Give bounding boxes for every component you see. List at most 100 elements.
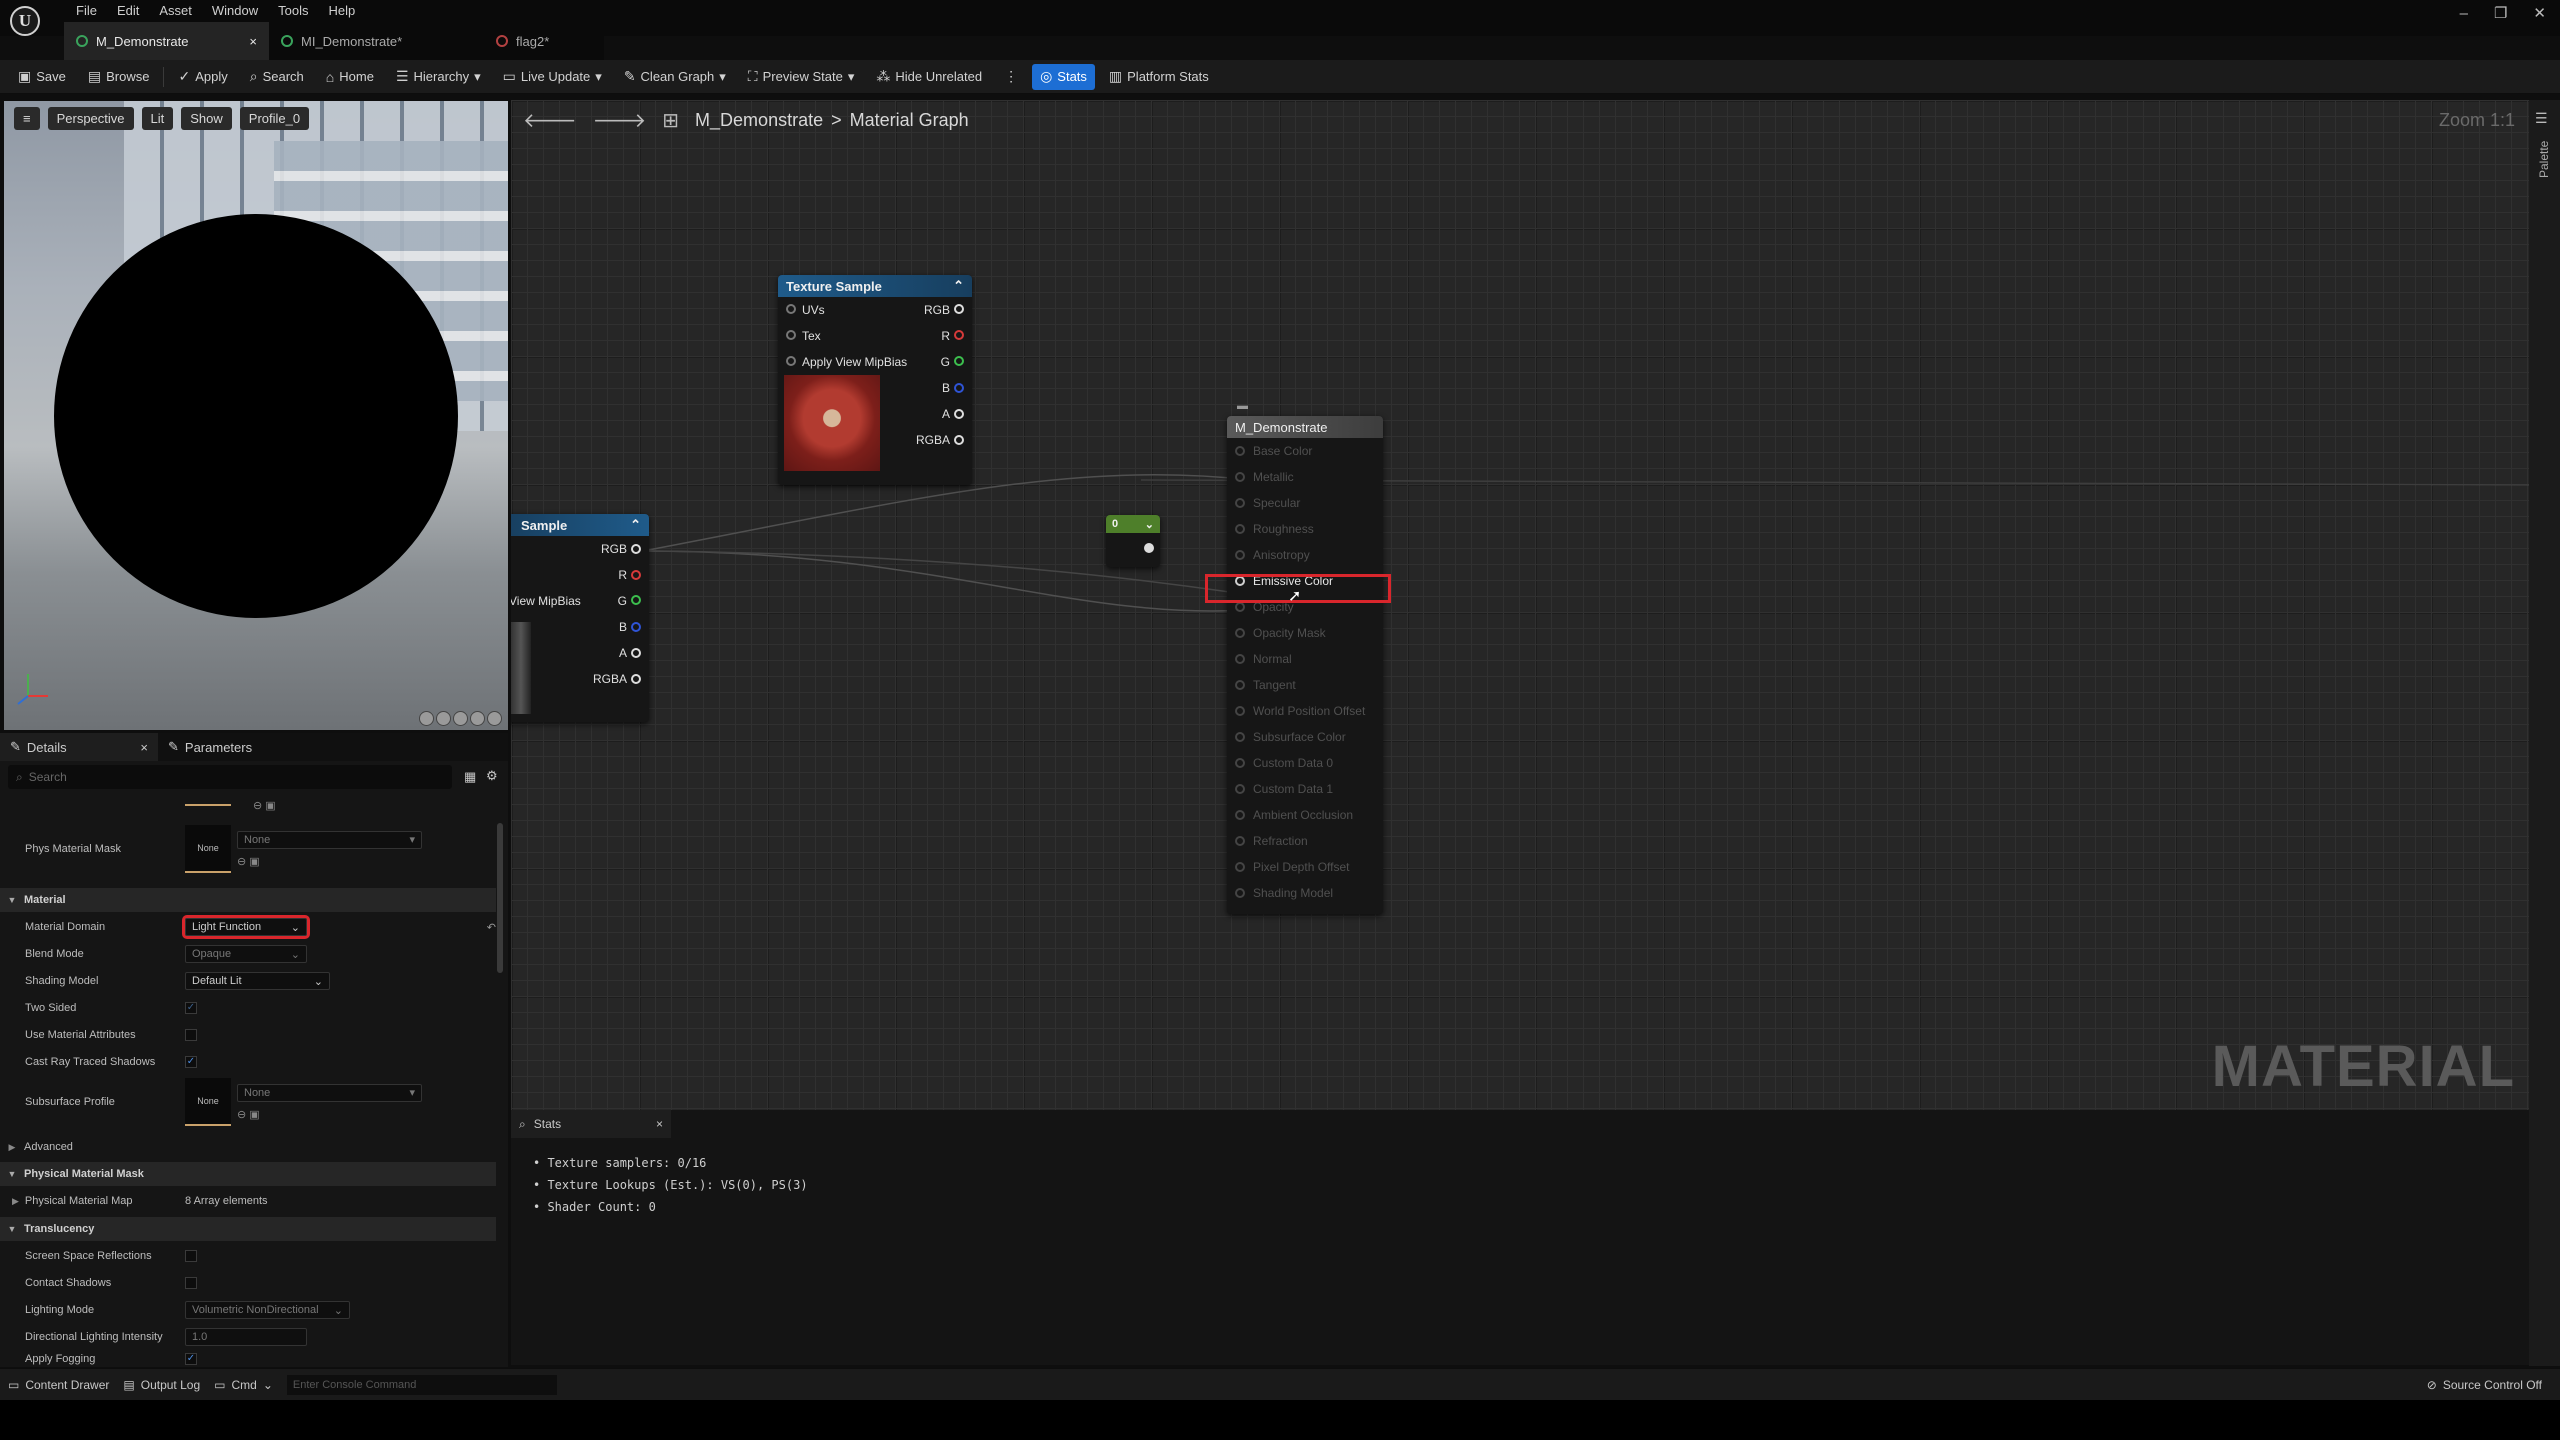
result-pin-row[interactable]: Specular — [1227, 490, 1383, 516]
cube-icon[interactable] — [470, 711, 485, 726]
tab-close-icon[interactable]: × — [249, 34, 257, 49]
input-pin[interactable] — [1235, 628, 1245, 638]
source-control-button[interactable]: ⊘ Source Control Off — [2427, 1378, 2542, 1392]
input-pin[interactable] — [1235, 836, 1245, 846]
plane-icon[interactable] — [453, 711, 468, 726]
teapot-icon[interactable] — [487, 711, 502, 726]
result-pin-row[interactable]: Refraction — [1227, 828, 1383, 854]
asset-actions[interactable]: ⊖ ▣ — [237, 855, 422, 868]
constant-node[interactable]: 0 ⌄ — [1106, 515, 1160, 567]
clean-graph-button[interactable]: ✎ Clean Graph ▾ — [616, 64, 734, 90]
input-pin[interactable] — [1235, 862, 1245, 872]
stats-button[interactable]: ◎ Stats — [1032, 63, 1095, 90]
console-input[interactable]: Enter Console Command — [286, 1374, 557, 1395]
asset-actions[interactable]: ⊖ ▣ — [237, 1108, 422, 1121]
node-header[interactable]: Sample ⌃ — [511, 514, 649, 536]
result-pin-row[interactable]: Roughness — [1227, 516, 1383, 542]
output-pin[interactable] — [631, 674, 641, 684]
hide-unrelated-button[interactable]: ⁂ Hide Unrelated — [868, 64, 990, 90]
asset-picker-dropdown[interactable]: None ▾ — [237, 1083, 422, 1102]
output-pin[interactable] — [631, 595, 641, 605]
input-pin[interactable] — [1235, 446, 1245, 456]
output-pin[interactable] — [631, 648, 641, 658]
menu-asset[interactable]: Asset — [149, 0, 202, 22]
texture-sample-node[interactable]: Texture Sample ⌃ UVs RGB Tex R Apply View … — [778, 275, 972, 485]
cylinder-icon[interactable] — [419, 711, 434, 726]
result-pin-row[interactable]: Custom Data 0 — [1227, 750, 1383, 776]
result-pin-row[interactable]: Subsurface Color — [1227, 724, 1383, 750]
output-pin[interactable] — [954, 330, 964, 340]
material-graph[interactable]: 🡐 🡒 ⊞ M_Demonstrate > Material Graph Zoo… — [511, 100, 2529, 1110]
palette-tab[interactable]: Palette — [2537, 141, 2551, 178]
result-pin-row[interactable]: Pixel Depth Offset — [1227, 854, 1383, 880]
preview-mesh-selector[interactable] — [419, 711, 502, 726]
category-material[interactable]: ▼ Material — [0, 888, 496, 912]
viewport-menu-icon[interactable]: ≡ — [14, 107, 40, 130]
result-pin-row[interactable]: Opacity Mask — [1227, 620, 1383, 646]
palette-list-icon[interactable]: ☰ — [2535, 110, 2560, 127]
input-pin[interactable] — [786, 304, 796, 314]
blend-mode-dropdown[interactable]: Opaque ⌄ — [185, 945, 307, 963]
tab-m-demonstrate[interactable]: M_Demonstrate × — [64, 22, 269, 60]
cmd-dropdown[interactable]: ▭ Cmd ⌄ — [214, 1378, 273, 1392]
input-pin[interactable] — [1235, 524, 1245, 534]
tab-flag2[interactable]: flag2* — [484, 22, 604, 60]
apply-button[interactable]: ✓ Apply — [170, 64, 235, 90]
input-pin[interactable] — [1235, 472, 1245, 482]
profile-dropdown[interactable]: Profile_0 — [239, 107, 310, 130]
result-pin-row[interactable]: Tangent — [1227, 672, 1383, 698]
contact-shadows-checkbox[interactable] — [185, 1277, 197, 1289]
node-header[interactable]: 0 ⌄ — [1106, 515, 1160, 533]
stats-tab[interactable]: ⌕ Stats × — [511, 1110, 671, 1138]
texture-sample-node-partial[interactable]: Sample ⌃ RGB R View MipBias G B A RGBA — [511, 514, 649, 722]
restore-icon[interactable]: ❐ — [2494, 4, 2507, 22]
result-pin-row[interactable]: Normal — [1227, 646, 1383, 672]
input-pin[interactable] — [1235, 680, 1245, 690]
settings-gear-icon[interactable]: ⚙ — [486, 768, 498, 784]
apply-fogging-checkbox[interactable]: ✓ — [185, 1353, 197, 1365]
menu-tools[interactable]: Tools — [268, 0, 318, 22]
preview-state-button[interactable]: ⛶ Preview State ▾ — [740, 64, 863, 90]
show-button[interactable]: Show — [181, 107, 232, 130]
directional-lighting-intensity-input[interactable]: 1.0 — [185, 1328, 307, 1346]
cast-ray-traced-shadows-checkbox[interactable]: ✓ — [185, 1056, 197, 1068]
output-pin[interactable] — [1144, 543, 1154, 553]
category-physical-material-mask[interactable]: ▼ Physical Material Mask — [0, 1162, 496, 1186]
home-button[interactable]: ⌂ Home — [318, 64, 382, 90]
collapse-icon[interactable]: ⌃ — [630, 517, 641, 533]
menu-edit[interactable]: Edit — [107, 0, 149, 22]
result-pin-row[interactable]: Shading Model — [1227, 880, 1383, 906]
output-pin[interactable] — [954, 409, 964, 419]
output-pin[interactable] — [954, 304, 964, 314]
platform-stats-button[interactable]: ▥ Platform Stats — [1101, 64, 1217, 90]
two-sided-checkbox[interactable]: ✓ — [185, 1002, 197, 1014]
result-pin-row[interactable]: Metallic — [1227, 464, 1383, 490]
perspective-button[interactable]: Perspective — [47, 107, 134, 130]
use-material-attributes-checkbox[interactable] — [185, 1029, 197, 1041]
table-view-icon[interactable]: ▦ — [464, 769, 476, 785]
search-button[interactable]: ⌕ Search — [242, 64, 312, 90]
close-window-icon[interactable]: ✕ — [2533, 4, 2546, 22]
node-header[interactable]: M_Demonstrate — [1227, 416, 1383, 438]
output-pin[interactable] — [631, 570, 641, 580]
input-pin[interactable] — [1235, 810, 1245, 820]
palette-panel[interactable]: ☰ Palette — [2529, 100, 2560, 1366]
result-pin-row[interactable]: Ambient Occlusion — [1227, 802, 1383, 828]
input-pin[interactable] — [1235, 706, 1245, 716]
menu-help[interactable]: Help — [318, 0, 365, 22]
lit-button[interactable]: Lit — [141, 107, 174, 130]
physical-material-map-row[interactable]: ▶ Physical Material Map 8 Array elements — [0, 1188, 496, 1214]
comment-icon[interactable]: ▬ — [1237, 400, 1248, 412]
more-options-icon[interactable]: ⋮ — [996, 64, 1026, 90]
asset-thumbnail[interactable]: None — [185, 1078, 231, 1126]
input-pin[interactable] — [786, 356, 796, 366]
input-pin[interactable] — [1235, 498, 1245, 508]
input-pin[interactable] — [786, 330, 796, 340]
output-pin[interactable] — [954, 383, 964, 393]
shading-model-dropdown[interactable]: Default Lit ⌄ — [185, 972, 330, 990]
lighting-mode-dropdown[interactable]: Volumetric NonDirectional ⌄ — [185, 1301, 350, 1319]
tab-details[interactable]: ✎ Details × — [0, 733, 158, 761]
browse-button[interactable]: ▤ Browse — [80, 64, 158, 90]
tab-close-icon[interactable]: × — [140, 740, 148, 755]
details-scrollbar[interactable] — [497, 823, 503, 973]
